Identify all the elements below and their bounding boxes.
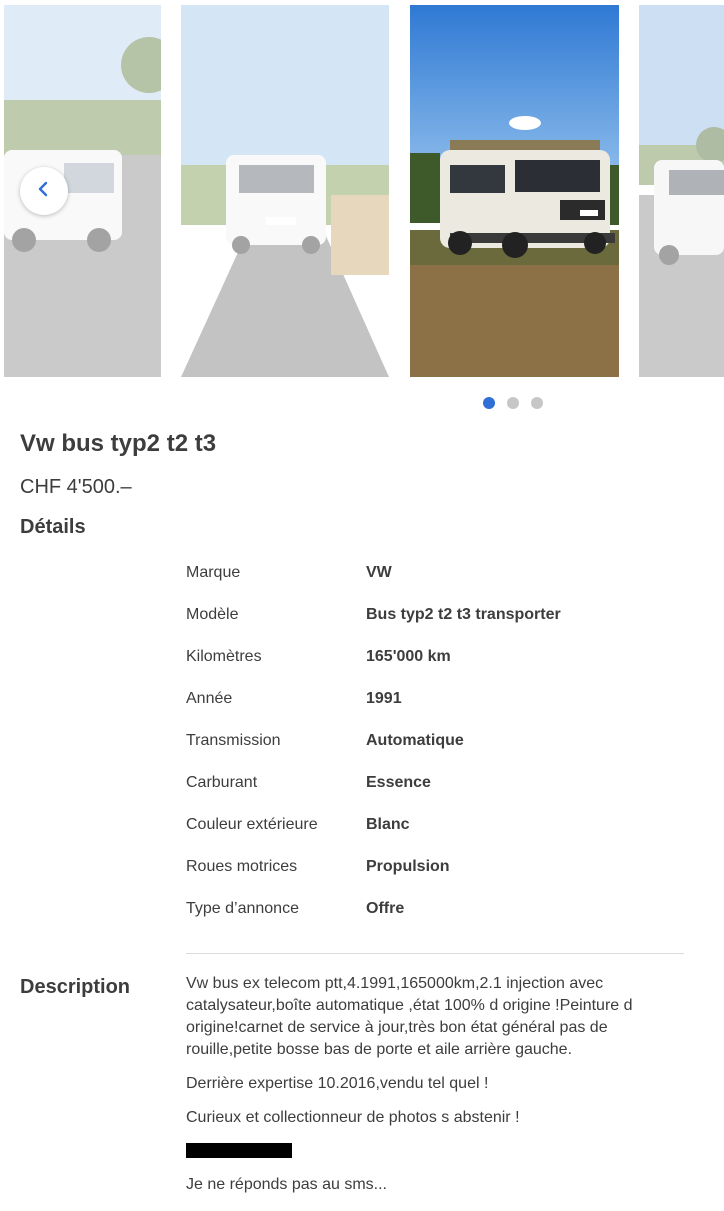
detail-value: 165'000 km — [366, 648, 451, 665]
pagination-dot-1[interactable] — [483, 397, 495, 409]
detail-value: Propulsion — [366, 858, 450, 875]
gallery-pagination — [483, 397, 543, 409]
description-footer: Je ne réponds pas au sms... — [186, 1176, 387, 1193]
description-heading: Description — [20, 976, 131, 998]
detail-row-annee: Année 1991 — [186, 678, 686, 720]
detail-row-marque: Marque VW — [186, 552, 686, 594]
description-body: Vw bus ex telecom ptt,4.1991,165000km,2.… — [186, 973, 676, 1208]
detail-label: Carburant — [186, 774, 258, 791]
description-paragraph: Derrière expertise 10.2016,vendu tel que… — [186, 1075, 489, 1092]
detail-label: Roues motrices — [186, 858, 298, 875]
pagination-dot-3[interactable] — [531, 397, 543, 409]
detail-row-transmission: Transmission Automatique — [186, 720, 686, 762]
description-paragraph: Curieux et collectionneur de photos s ab… — [186, 1109, 520, 1126]
detail-row-kilometres: Kilomètres 165'000 km — [186, 636, 686, 678]
detail-label: Type d’annonce — [186, 900, 299, 917]
redacted-contact — [186, 1143, 292, 1158]
detail-value: Essence — [366, 774, 431, 791]
detail-label: Couleur extérieure — [186, 816, 318, 833]
detail-label: Marque — [186, 564, 241, 581]
details-table: Marque VW Modèle Bus typ2 t2 t3 transpor… — [186, 552, 686, 930]
detail-label: Année — [186, 690, 233, 707]
listing-title: Vw bus typ2 t2 t3 — [20, 430, 217, 457]
detail-label: Kilomètres — [186, 648, 262, 665]
detail-value: 1991 — [366, 690, 402, 707]
previous-photo-button[interactable] — [20, 167, 68, 215]
detail-row-modele: Modèle Bus typ2 t2 t3 transporter — [186, 594, 686, 636]
gallery-photo-2[interactable] — [181, 5, 389, 377]
detail-value: VW — [366, 564, 392, 581]
gallery-photo-3[interactable] — [410, 5, 619, 377]
detail-label: Transmission — [186, 732, 281, 749]
section-divider — [186, 953, 684, 954]
description-paragraph: Vw bus ex telecom ptt,4.1991,165000km,2.… — [186, 975, 633, 1058]
detail-value: Offre — [366, 900, 405, 917]
chevron-left-icon — [36, 181, 52, 202]
listing-price: CHF 4'500.– — [20, 476, 132, 498]
pagination-dot-2[interactable] — [507, 397, 519, 409]
gallery-photo-4[interactable] — [639, 5, 724, 377]
detail-row-type-annonce: Type d’annonce Offre — [186, 888, 686, 930]
photo-gallery — [0, 0, 724, 420]
detail-label: Modèle — [186, 606, 239, 623]
detail-row-couleur: Couleur extérieure Blanc — [186, 804, 686, 846]
detail-value: Automatique — [366, 732, 464, 749]
details-heading: Détails — [20, 516, 86, 538]
detail-row-roues: Roues motrices Propulsion — [186, 846, 686, 888]
detail-value: Bus typ2 t2 t3 transporter — [366, 606, 561, 623]
detail-row-carburant: Carburant Essence — [186, 762, 686, 804]
detail-value: Blanc — [366, 816, 410, 833]
